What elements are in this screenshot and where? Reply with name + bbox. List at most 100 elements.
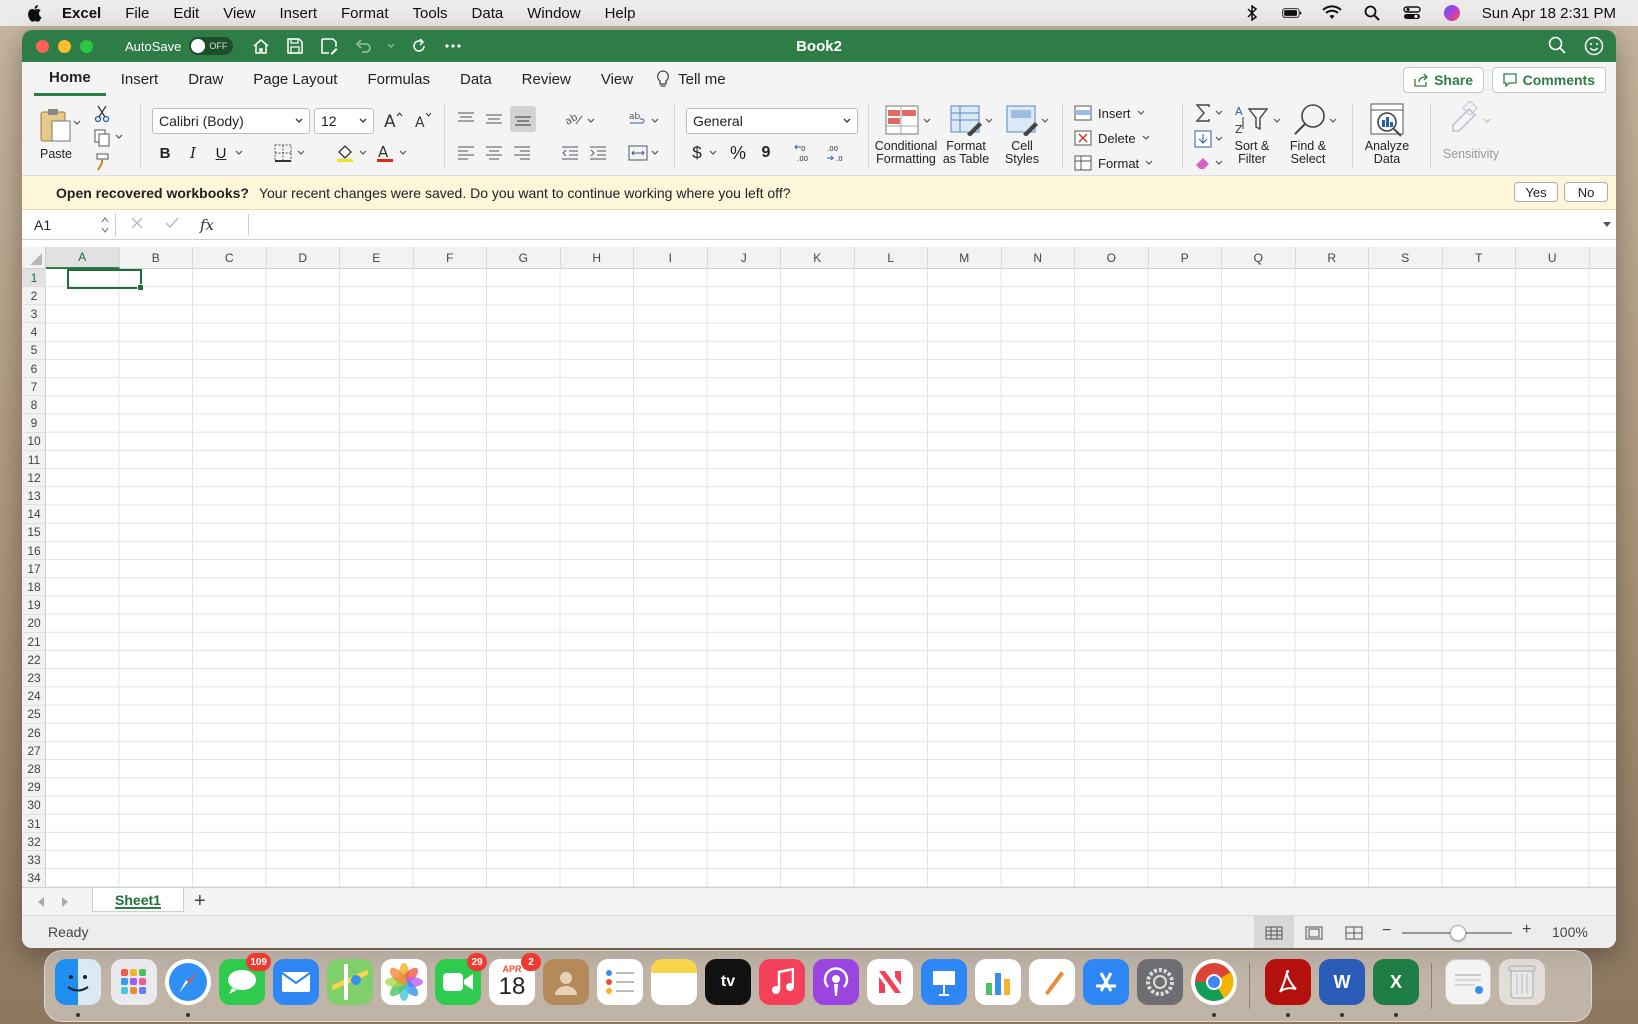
next-sheet-icon[interactable] xyxy=(60,895,70,911)
acrobat-icon[interactable] xyxy=(1265,959,1311,1005)
clear-eraser-icon[interactable] xyxy=(1192,152,1214,174)
align-left-icon[interactable] xyxy=(454,142,478,164)
accounting-dropdown-icon[interactable] xyxy=(708,148,718,158)
decrease-font-size-icon[interactable]: A xyxy=(412,108,434,132)
row-header-29[interactable]: 29 xyxy=(22,779,46,797)
row-header-34[interactable]: 34 xyxy=(22,870,46,887)
mail-icon[interactable] xyxy=(273,959,319,1005)
tab-view[interactable]: View xyxy=(586,62,648,96)
control-center-icon[interactable] xyxy=(1402,4,1422,22)
cut-icon[interactable] xyxy=(92,104,112,124)
column-header-c[interactable]: C xyxy=(193,247,267,269)
text-orientation-icon[interactable]: ab xyxy=(562,108,586,130)
analyze-data-icon[interactable] xyxy=(1366,100,1408,140)
column-header-f[interactable]: F xyxy=(414,247,487,269)
formula-bar-expand-icon[interactable] xyxy=(1602,221,1612,229)
column-header-b[interactable]: B xyxy=(120,247,193,269)
borders-dropdown-icon[interactable] xyxy=(296,148,306,158)
wrap-text-icon[interactable]: ab xyxy=(626,108,650,130)
text-orientation-dropdown-icon[interactable] xyxy=(586,116,596,126)
active-cell-a1[interactable] xyxy=(67,269,144,291)
column-header-k[interactable]: K xyxy=(781,247,855,269)
insert-function-button[interactable]: fx xyxy=(200,216,214,234)
column-header-a[interactable]: A xyxy=(46,247,120,269)
column-header-p[interactable]: P xyxy=(1149,247,1222,269)
font-size-dropdown[interactable]: 12 xyxy=(314,108,374,134)
zoom-slider[interactable] xyxy=(1402,925,1512,941)
row-header-22[interactable]: 22 xyxy=(22,651,46,670)
underline-dropdown-icon[interactable] xyxy=(234,148,244,158)
page-break-view-icon[interactable] xyxy=(1334,916,1374,948)
row-header-25[interactable]: 25 xyxy=(22,706,46,724)
row-header-6[interactable]: 6 xyxy=(22,360,46,378)
menu-insert[interactable]: Insert xyxy=(279,5,317,22)
column-header-n[interactable]: N xyxy=(1002,247,1075,269)
row-header-32[interactable]: 32 xyxy=(22,833,46,852)
formula-input[interactable] xyxy=(248,214,1592,236)
save-as-icon[interactable] xyxy=(319,36,339,56)
sort-filter-dropdown-icon[interactable] xyxy=(1272,116,1282,126)
menu-tools[interactable]: Tools xyxy=(413,5,448,22)
column-header-m[interactable]: M xyxy=(928,247,1002,269)
sheet-tab-sheet1[interactable]: Sheet1 xyxy=(92,888,184,912)
apple-tv-icon[interactable]: tv xyxy=(705,959,751,1005)
menu-format[interactable]: Format xyxy=(341,5,389,22)
row-header-13[interactable]: 13 xyxy=(22,487,46,506)
column-header-g[interactable]: G xyxy=(487,247,561,269)
column-header-j[interactable]: J xyxy=(708,247,781,269)
row-header-24[interactable]: 24 xyxy=(22,688,46,706)
battery-icon[interactable] xyxy=(1282,4,1302,22)
format-as-table-icon[interactable] xyxy=(948,102,984,138)
launchpad-icon[interactable] xyxy=(111,959,157,1005)
column-header-l[interactable]: L xyxy=(855,247,928,269)
column-header-u[interactable]: U xyxy=(1516,247,1590,269)
spreadsheet-grid[interactable]: ABCDEFGHIJKLMNOPQRSTU 1 2 3 4 5 6 7 8 9 10 11 12 13 1… xyxy=(22,247,1616,887)
tab-review[interactable]: Review xyxy=(507,62,586,96)
app-store-icon[interactable] xyxy=(1083,959,1129,1005)
name-box[interactable]: A1 xyxy=(24,212,116,237)
column-header-d[interactable]: D xyxy=(267,247,340,269)
photos-icon[interactable] xyxy=(381,959,427,1005)
zoom-in-button[interactable]: + xyxy=(1522,921,1531,939)
number-format-dropdown[interactable]: General xyxy=(686,108,858,134)
cell-styles-icon[interactable] xyxy=(1004,102,1040,138)
menu-file[interactable]: File xyxy=(125,5,149,22)
tab-home[interactable]: Home xyxy=(34,62,106,96)
increase-indent-icon[interactable] xyxy=(586,142,610,164)
infobar-no-button[interactable]: No xyxy=(1564,182,1608,202)
finder-icon[interactable] xyxy=(55,959,101,1005)
accounting-format-button[interactable]: $ xyxy=(686,142,708,164)
format-cells-button[interactable]: Format xyxy=(1074,152,1170,174)
search-icon[interactable] xyxy=(1548,36,1566,59)
spotlight-search-icon[interactable] xyxy=(1362,4,1382,22)
decrease-decimal-icon[interactable]: .00.0 xyxy=(822,142,848,164)
row-header-11[interactable]: 11 xyxy=(22,451,46,469)
podcasts-icon[interactable] xyxy=(813,959,859,1005)
paste-dropdown-icon[interactable] xyxy=(72,118,82,128)
row-header-15[interactable]: 15 xyxy=(22,524,46,542)
font-color-dropdown-icon[interactable] xyxy=(398,148,408,158)
column-header-e[interactable]: E xyxy=(340,247,414,269)
conditional-formatting-icon[interactable] xyxy=(882,102,922,138)
row-header-16[interactable]: 16 xyxy=(22,542,46,560)
zoom-slider-thumb[interactable] xyxy=(1450,925,1466,941)
fill-icon[interactable] xyxy=(1192,128,1214,150)
italic-button[interactable]: I xyxy=(182,142,204,164)
messages-icon[interactable]: 109 xyxy=(219,953,271,1005)
merge-dropdown-icon[interactable] xyxy=(650,148,660,158)
merge-center-icon[interactable] xyxy=(626,142,650,164)
autosum-dropdown-icon[interactable] xyxy=(1214,108,1224,118)
menu-window[interactable]: Window xyxy=(527,5,580,22)
fill-color-dropdown-icon[interactable] xyxy=(358,148,368,158)
insert-cells-button[interactable]: Insert xyxy=(1074,102,1170,124)
safari-icon[interactable] xyxy=(165,959,211,1005)
increase-font-size-icon[interactable]: A xyxy=(382,108,404,132)
row-header-1[interactable]: 1 xyxy=(22,269,46,287)
chrome-icon[interactable] xyxy=(1191,959,1237,1005)
conditional-formatting-dropdown-icon[interactable] xyxy=(922,116,932,126)
home-icon[interactable] xyxy=(251,36,271,56)
redo-icon[interactable] xyxy=(409,36,429,56)
column-header-h[interactable]: H xyxy=(561,247,634,269)
decrease-indent-icon[interactable] xyxy=(558,142,582,164)
row-header-9[interactable]: 9 xyxy=(22,415,46,433)
